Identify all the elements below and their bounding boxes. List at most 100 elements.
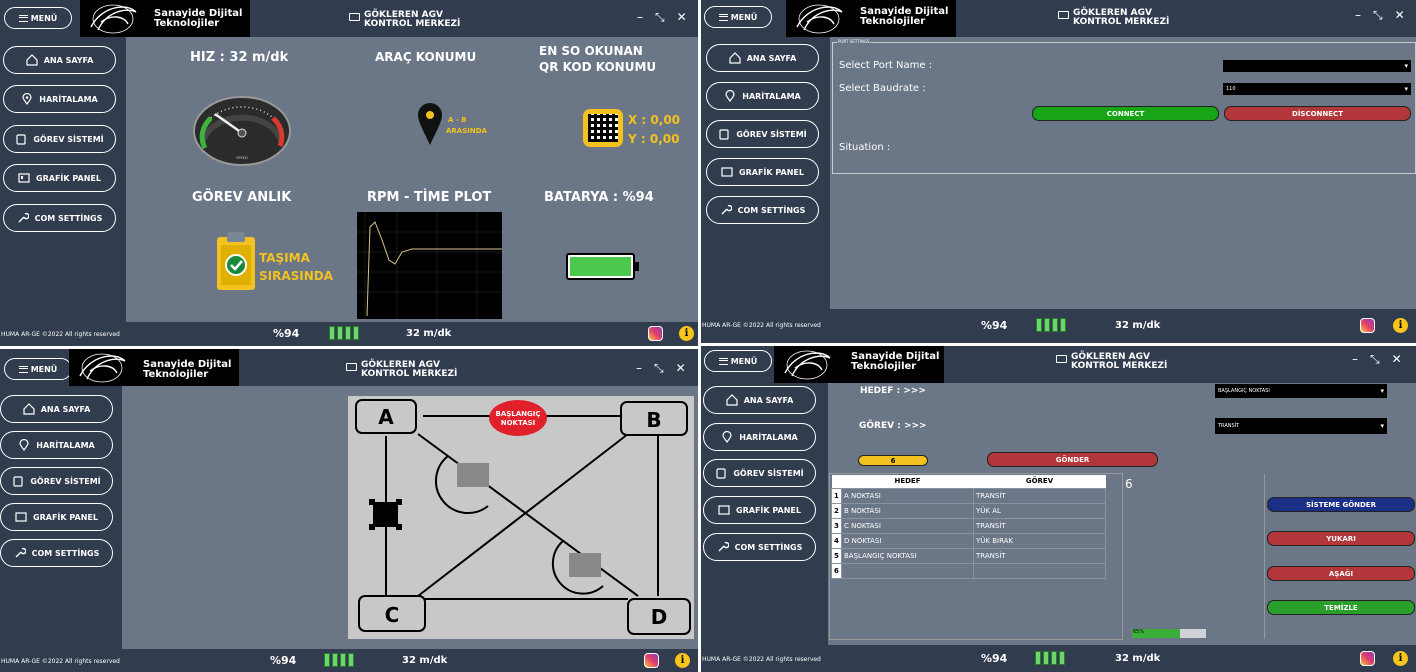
minimize-button[interactable]: – xyxy=(1355,8,1361,23)
footer-battery: %94 xyxy=(273,327,300,340)
nav-task[interactable]: GÖREV SİSTEMİ xyxy=(0,467,113,495)
port-select[interactable] xyxy=(1223,60,1411,72)
speed-gauge: SPEED xyxy=(193,96,291,166)
maximize-button[interactable]: ⤡ xyxy=(654,361,664,376)
nav-com[interactable]: COM SETTİNGS xyxy=(706,196,819,224)
battery-label: BATARYA : %94 xyxy=(544,190,654,205)
disconnect-button[interactable]: DİSCONNECT xyxy=(1224,106,1411,121)
hamburger-icon xyxy=(718,357,728,365)
sidebar: ANA SAYFA HARİTALAMA GÖREV SİSTEMİ GRAFİ… xyxy=(0,37,126,322)
info-icon[interactable]: i xyxy=(1393,318,1408,333)
instagram-icon[interactable] xyxy=(648,326,663,341)
nav-map[interactable]: HARİTALAMA xyxy=(3,85,116,113)
nav-graph[interactable]: GRAFİK PANEL xyxy=(706,158,819,186)
row-number: 2 xyxy=(831,502,842,519)
table-row[interactable]: 4D NOKTASI YÜK BIRAK xyxy=(831,532,1106,549)
nav-task[interactable]: GÖREV SİSTEMİ xyxy=(703,459,816,487)
menu-button[interactable]: MENÜ xyxy=(4,7,72,29)
row-target: BAŞLANGIÇ NOKTASI xyxy=(841,547,974,564)
instagram-icon[interactable] xyxy=(1360,651,1375,666)
minimize-button[interactable]: – xyxy=(1352,352,1358,367)
nav-map[interactable]: HARİTALAMA xyxy=(703,423,816,451)
battery-bars xyxy=(329,326,359,340)
col-target: HEDEF xyxy=(841,475,974,488)
nav-graph[interactable]: GRAFİK PANEL xyxy=(0,503,113,531)
close-button[interactable]: ✕ xyxy=(1392,352,1402,367)
rpm-plot xyxy=(357,212,502,319)
title-bar: MENÜ Sanayide Dijital Teknolojiler GÖKLER… xyxy=(701,0,1416,37)
plot-label: RPM - TİME PLOT xyxy=(367,190,492,205)
row-number: 6 xyxy=(831,562,842,579)
nav-map[interactable]: HARİTALAMA xyxy=(0,431,113,459)
connect-button[interactable]: CONNECT xyxy=(1032,106,1219,121)
instagram-icon[interactable] xyxy=(1360,318,1375,333)
position-label: ARAÇ KONUMU xyxy=(375,50,477,64)
row-number: 1 xyxy=(831,487,842,504)
clear-button[interactable]: TEMİZLE xyxy=(1267,600,1415,615)
maximize-button[interactable]: ⤡ xyxy=(655,10,665,25)
nav-home[interactable]: ANA SAYFA xyxy=(706,44,819,72)
target-select[interactable]: BAŞLANGIÇ NOKTASI xyxy=(1215,384,1387,398)
close-button[interactable]: ✕ xyxy=(676,361,686,376)
port-settings-group: PORT SETTINGS Select Port Name : Select … xyxy=(832,39,1416,174)
menu-button[interactable]: MENÜ xyxy=(704,350,772,372)
table-row[interactable]: 6 xyxy=(831,562,1106,579)
baud-label: Select Baudrate : xyxy=(839,83,926,94)
nav-task[interactable]: GÖREV SİSTEMİ xyxy=(3,125,116,153)
close-button[interactable]: ✕ xyxy=(1395,8,1405,23)
send-button[interactable]: GÖNDER xyxy=(987,452,1158,467)
window-title: GÖKLEREN AGV KONTROL MERKEZİ xyxy=(1056,353,1167,371)
task-select[interactable]: TRANSİT xyxy=(1215,418,1387,434)
footer: HUMA AR-GE ©2022 All rights reserved %94… xyxy=(701,645,1416,672)
nav-home[interactable]: ANA SAYFA xyxy=(703,386,816,414)
send-system-button[interactable]: SİSTEME GÖNDER xyxy=(1267,497,1415,512)
minimize-button[interactable]: – xyxy=(636,361,642,376)
col-task: GÖREV xyxy=(973,475,1106,488)
nav-task[interactable]: GÖREV SİSTEMİ xyxy=(706,120,819,148)
wrench-icon xyxy=(721,204,732,215)
clipboard-icon xyxy=(16,134,26,145)
row-target: B NOKTASI xyxy=(841,502,974,519)
up-button[interactable]: YUKARI xyxy=(1267,531,1415,546)
table-row[interactable]: 5 BAŞLANGIÇ NOKTASI TRANSİT xyxy=(831,547,1106,564)
nav-com[interactable]: COM SETTİNGS xyxy=(3,204,116,232)
maximize-button[interactable]: ⤡ xyxy=(1373,8,1383,23)
table-row[interactable]: 2B NOKTASI YÜK AL xyxy=(831,502,1106,519)
nav-graph[interactable]: GRAFİK PANEL xyxy=(3,164,116,192)
row-target xyxy=(841,562,974,579)
wrench-icon xyxy=(18,212,29,223)
info-icon[interactable]: i xyxy=(679,326,694,341)
nav-home[interactable]: ANA SAYFA xyxy=(0,395,113,423)
gauge-text: SPEED xyxy=(236,156,248,160)
nav-graph[interactable]: GRAFİK PANEL xyxy=(703,496,816,524)
map-window: MENÜ Sanayide Dijital Teknolojiler GÖKLER… xyxy=(0,349,698,672)
info-icon[interactable]: i xyxy=(675,653,690,668)
instagram-icon[interactable] xyxy=(644,653,659,668)
location-text: A - B ARASINDA xyxy=(446,116,487,135)
maximize-button[interactable]: ⤡ xyxy=(1370,352,1380,367)
window-title: GÖKLEREN AGV KONTROL MERKEZİ xyxy=(1058,9,1169,27)
menu-button[interactable]: MENÜ xyxy=(4,358,72,380)
table-row[interactable]: 1A NOKTASI TRANSİT xyxy=(831,487,1106,504)
minimize-button[interactable]: – xyxy=(637,10,643,25)
task-label: GÖREV : >>> xyxy=(859,421,927,431)
qr-code-icon xyxy=(583,109,623,147)
baud-select[interactable]: 110 xyxy=(1223,83,1411,95)
panel-icon xyxy=(718,505,730,515)
nav-map[interactable]: HARİTALAMA xyxy=(706,82,819,110)
home-icon xyxy=(726,394,738,406)
close-button[interactable]: ✕ xyxy=(677,10,687,25)
table-row[interactable]: 3C NOKTASI TRANSİT xyxy=(831,517,1106,534)
title-bar: MENÜ Sanayide Dijital Teknolojiler GÖKLER… xyxy=(701,346,1416,383)
count-display: 6 xyxy=(858,455,928,466)
nav-com[interactable]: COM SETTİNGS xyxy=(0,539,113,567)
down-button[interactable]: AŞAĞI xyxy=(1267,566,1415,581)
menu-button[interactable]: MENÜ xyxy=(704,6,772,28)
task-table-area: HEDEF GÖREV 1A NOKTASI TRANSİT 2 B NOKTASI YÜ… xyxy=(829,473,1123,640)
home-icon xyxy=(729,52,741,64)
info-icon[interactable]: i xyxy=(1393,651,1408,666)
footer: HUMA AR-GE ©2022 All rights reserved %94… xyxy=(0,322,698,346)
nav-home[interactable]: ANA SAYFA xyxy=(3,46,116,74)
panel-icon xyxy=(721,167,733,177)
nav-com[interactable]: COM SETTİNGS xyxy=(703,533,816,561)
